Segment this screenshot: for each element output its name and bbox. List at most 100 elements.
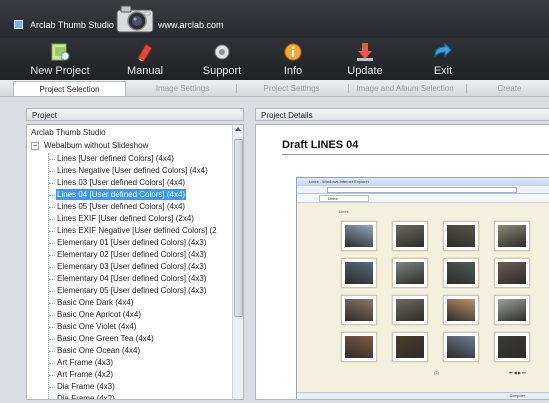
preview-photo <box>396 299 424 321</box>
tree-item[interactable]: Art Frame (4x2) <box>56 369 114 380</box>
preview-photo <box>447 262 475 284</box>
collapse-toggle[interactable]: − <box>31 142 39 150</box>
tree-guide <box>49 171 55 172</box>
tree-item[interactable]: Lines 03 [User defined Colors] (4x4) <box>56 177 186 188</box>
tree-guide <box>49 315 55 316</box>
preview-photo-frame <box>443 332 479 362</box>
tree-scrollbar[interactable] <box>232 125 243 399</box>
preview-photo <box>396 225 424 247</box>
tab-strip: Project Selection Image Settings Project… <box>0 80 549 97</box>
preview-photo-frame <box>392 221 428 251</box>
tab-divider <box>348 84 349 93</box>
tree-guide <box>49 219 55 220</box>
template-preview: Lines - Windows Internet Explorer Lines … <box>296 177 549 399</box>
tree-guide <box>49 195 55 196</box>
tree-item[interactable]: Elementary 02 [User defined Colors] (4x3… <box>56 249 207 260</box>
main-toolbar: New Project Manual Support Info Update E… <box>0 38 549 80</box>
preview-photo <box>498 336 526 358</box>
tree-item[interactable]: Lines 05 [User defined Colors] (4x4) <box>56 201 186 212</box>
tree-item[interactable]: Lines [User defined Colors] (4x4) <box>56 153 175 164</box>
preview-status-bar: Computer <box>297 392 549 399</box>
preview-nav-controls: ⏮ ◀ ▶ ⏭ <box>509 370 526 375</box>
tree-item[interactable]: Lines EXIF [User defined Colors] (2x4) <box>56 213 195 224</box>
new-project-button[interactable]: New Project <box>20 42 100 80</box>
preview-window-title: Lines - Windows Internet Explorer <box>297 178 549 186</box>
tree-item[interactable]: Basic One Violet (4x4) <box>56 321 137 332</box>
tree-guide <box>49 399 55 400</box>
project-panel-header: Project <box>26 108 244 121</box>
tree-item[interactable]: Elementary 04 [User defined Colors] (4x3… <box>56 273 207 284</box>
preview-photo <box>447 336 475 358</box>
tab-project-settings[interactable]: Project Settings <box>240 81 343 96</box>
tree-guide <box>49 387 55 388</box>
tree-item[interactable]: Basic One Green Tea (4x4) <box>56 333 155 344</box>
scroll-up-icon[interactable] <box>235 127 241 131</box>
tree-guide <box>49 375 55 376</box>
tree-item[interactable]: Dia Frame (4x2) <box>56 393 116 399</box>
update-button[interactable]: Update <box>325 42 405 80</box>
preview-photo-frame <box>443 295 479 325</box>
window-title: Arclab Thumb Studio <box>30 20 114 30</box>
tree-item[interactable]: Lines 04 [User defined Colors] (4x4) <box>56 189 187 200</box>
preview-photo <box>396 336 424 358</box>
tree-item[interactable]: Dia Frame (4x3) <box>56 381 116 392</box>
tab-project-selection[interactable]: Project Selection <box>13 81 126 96</box>
tab-divider <box>466 84 467 93</box>
tree-item[interactable]: Art Frame (4x3) <box>56 357 114 368</box>
tree-guide <box>49 339 55 340</box>
preview-photo-frame <box>392 332 428 362</box>
tree-guide <box>49 291 55 292</box>
tab-image-settings[interactable]: Image Settings <box>130 81 235 96</box>
preview-photo-frame <box>392 295 428 325</box>
tree-guide <box>49 279 55 280</box>
tree-item[interactable]: Basic One Apricot (4x4) <box>56 309 142 320</box>
tab-image-album-selection[interactable]: Image and Album Selection <box>350 81 460 96</box>
preview-photo <box>345 225 373 247</box>
preview-photo-frame <box>392 258 428 288</box>
preview-photo <box>396 262 424 284</box>
tree-item[interactable]: Basic One Ocean (4x4) <box>56 345 141 356</box>
exit-button[interactable]: Exit <box>403 42 483 80</box>
tree-guide <box>49 363 55 364</box>
preview-photo-frame <box>494 295 530 325</box>
tree-item[interactable]: Elementary 05 [User defined Colors] (4x3… <box>56 285 207 296</box>
work-area: Project Arclab Thumb Studio − Webalbum w… <box>0 97 549 403</box>
manual-button[interactable]: Manual <box>105 42 185 80</box>
preview-photo-frame <box>443 221 479 251</box>
tree-group[interactable]: Webalbum without Slideshow <box>44 140 148 151</box>
tree-root[interactable]: Arclab Thumb Studio <box>31 127 106 138</box>
support-button[interactable]: Support <box>182 42 262 80</box>
tree-item[interactable]: Lines EXIF Negative [User defined Colors… <box>56 225 218 236</box>
preview-tab: Lines <box>319 195 369 202</box>
preview-photo-frame <box>494 258 530 288</box>
tree-item[interactable]: Elementary 01 [User defined Colors] (4x3… <box>56 237 207 248</box>
details-panel-header: Project Details <box>255 108 549 121</box>
website-url[interactable]: www.arclab.com <box>158 20 224 30</box>
tree-guide <box>49 351 55 352</box>
tree-item[interactable]: Elementary 03 [User defined Colors] (4x3… <box>56 261 207 272</box>
new-project-icon <box>51 43 70 61</box>
preview-photo-frame <box>341 332 377 362</box>
info-icon <box>284 43 302 61</box>
preview-photo <box>498 262 526 284</box>
project-tree: Arclab Thumb Studio − Webalbum without S… <box>26 124 244 400</box>
info-button[interactable]: Info <box>253 42 333 80</box>
preview-photo-frame <box>494 221 530 251</box>
exit-icon <box>434 42 452 58</box>
preview-photo <box>345 262 373 284</box>
tree-guide <box>49 243 55 244</box>
preview-photo <box>447 225 475 247</box>
tree-item[interactable]: Basic One Dark (4x4) <box>56 297 134 308</box>
tree-guide <box>49 303 55 304</box>
tab-divider <box>236 84 237 93</box>
tree-guide <box>49 255 55 256</box>
support-icon <box>214 44 230 60</box>
tree-item[interactable]: Lines Negative [User defined Colors] (4x… <box>56 165 209 176</box>
scroll-thumb[interactable] <box>234 139 243 317</box>
preview-photo-frame <box>341 258 377 288</box>
draft-title: Draft LINES 04 <box>282 139 359 151</box>
tab-create[interactable]: Create <box>470 81 549 96</box>
preview-photo <box>345 336 373 358</box>
preview-photo <box>345 299 373 321</box>
preview-tab-bar: Lines <box>297 194 549 203</box>
